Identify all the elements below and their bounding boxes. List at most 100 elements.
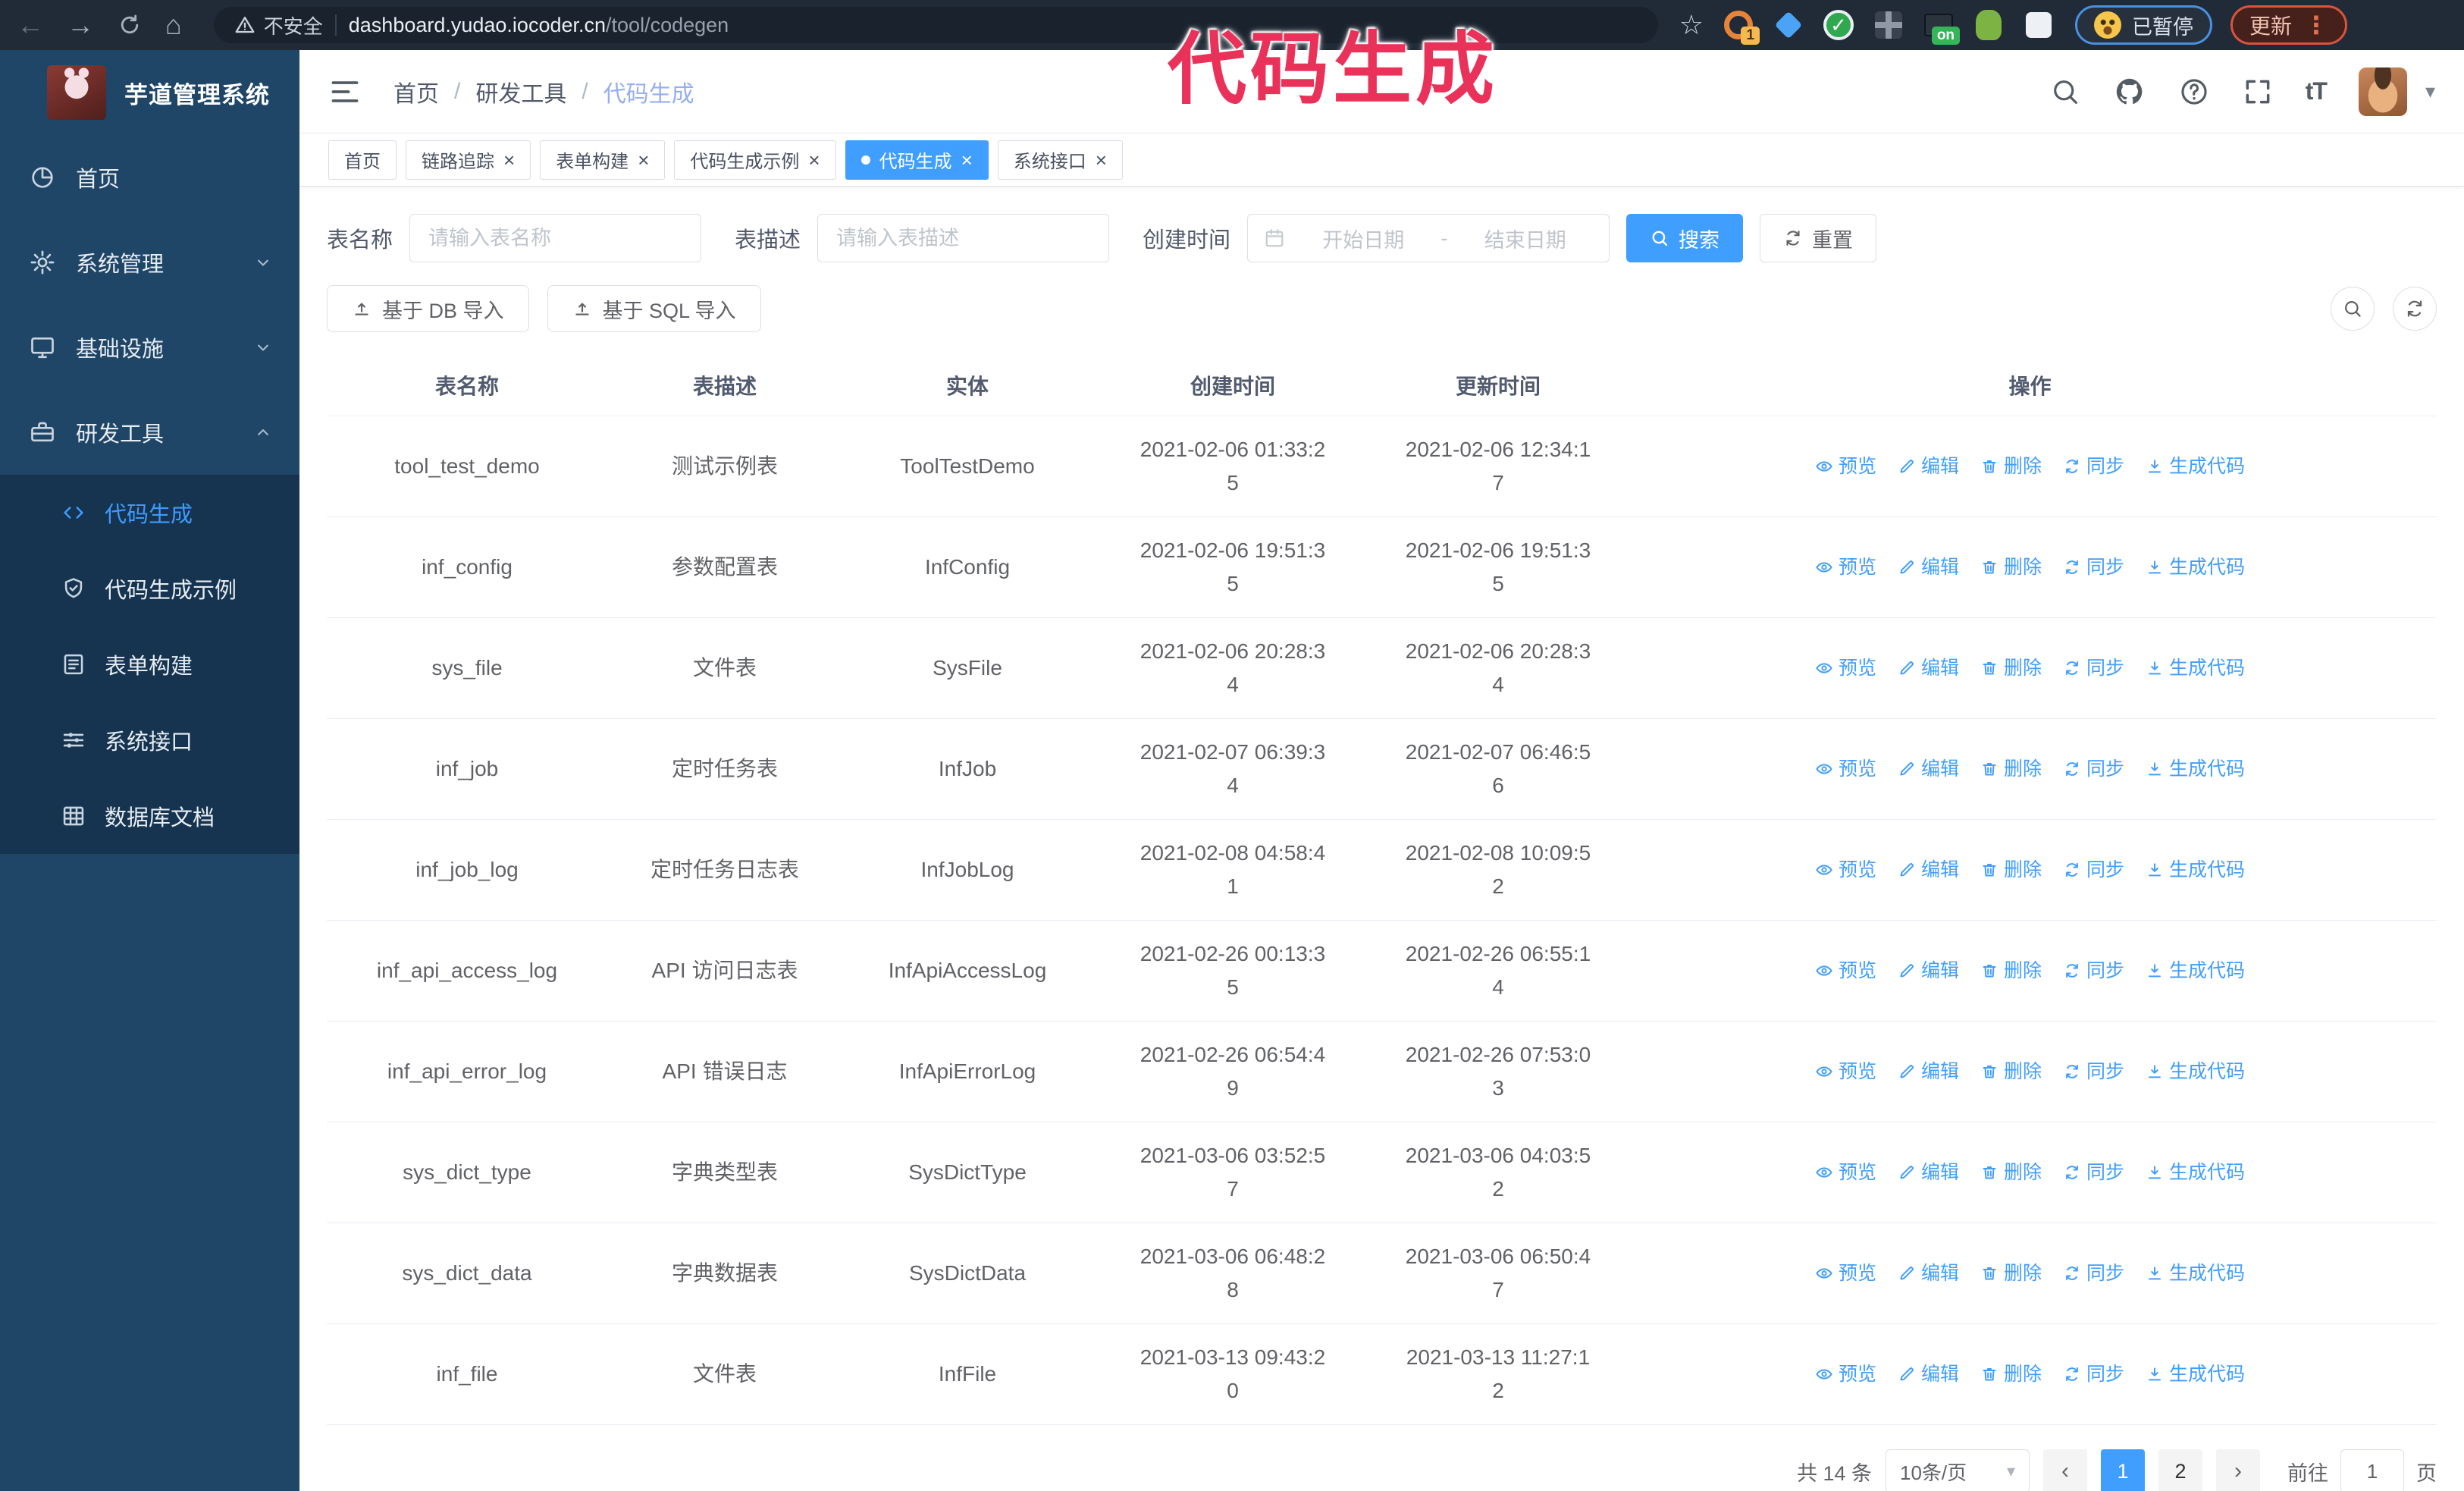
back-icon[interactable]: ←	[17, 11, 44, 39]
action-sync[interactable]: 同步	[2063, 551, 2124, 584]
action-sync[interactable]: 同步	[2063, 651, 2124, 685]
action-sync[interactable]: 同步	[2063, 1055, 2124, 1088]
action-edit[interactable]: 编辑	[1898, 450, 1959, 483]
action-edit[interactable]: 编辑	[1898, 651, 1959, 685]
help-icon[interactable]	[2178, 76, 2210, 108]
action-generate[interactable]: 生成代码	[2146, 1156, 2245, 1189]
tab-3[interactable]: 代码生成示例 ×	[674, 140, 836, 180]
action-preview[interactable]: 预览	[1815, 1156, 1876, 1189]
tab-5[interactable]: 系统接口 ×	[997, 140, 1123, 180]
next-page-button[interactable]: ›	[2216, 1449, 2260, 1491]
sidebar-subitem-1[interactable]: 代码生成示例	[0, 551, 299, 626]
breadcrumb-item-0[interactable]: 首页	[393, 75, 439, 108]
action-generate[interactable]: 生成代码	[2146, 551, 2245, 584]
action-generate[interactable]: 生成代码	[2146, 651, 2245, 685]
toggle-search-button[interactable]	[2331, 287, 2375, 331]
action-edit[interactable]: 编辑	[1898, 1055, 1959, 1088]
page-button-1[interactable]: 1	[2101, 1449, 2145, 1491]
action-delete[interactable]: 删除	[1980, 551, 2042, 584]
action-preview[interactable]: 预览	[1815, 752, 1876, 786]
start-date-placeholder[interactable]: 开始日期	[1295, 224, 1432, 253]
refresh-table-button[interactable]	[2393, 287, 2437, 331]
close-icon[interactable]: ×	[638, 150, 649, 170]
action-sync[interactable]: 同步	[2063, 954, 2124, 987]
action-preview[interactable]: 预览	[1815, 651, 1876, 685]
action-edit[interactable]: 编辑	[1898, 853, 1959, 887]
extension-green-icon[interactable]	[1972, 8, 2005, 42]
search-icon[interactable]	[2049, 76, 2081, 108]
fullscreen-icon[interactable]	[2242, 76, 2274, 108]
page-size-select[interactable]: 10条/页 ▾	[1886, 1449, 2030, 1491]
github-icon[interactable]	[2113, 75, 2146, 108]
action-sync[interactable]: 同步	[2063, 450, 2124, 483]
action-preview[interactable]: 预览	[1815, 1257, 1876, 1290]
sidebar-subitem-0[interactable]: 代码生成	[0, 475, 299, 551]
action-edit[interactable]: 编辑	[1898, 752, 1959, 786]
table-name-input[interactable]	[409, 214, 702, 262]
breadcrumb-item-1[interactable]: 研发工具	[475, 75, 566, 108]
action-preview[interactable]: 预览	[1815, 1358, 1876, 1391]
reload-icon[interactable]	[117, 12, 143, 38]
end-date-placeholder[interactable]: 结束日期	[1457, 224, 1594, 253]
sidebar-subitem-4[interactable]: 数据库文档	[0, 778, 299, 854]
import-sql-button[interactable]: 基于 SQL 导入	[547, 285, 761, 332]
sidebar-subitem-3[interactable]: 系统接口	[0, 702, 299, 778]
table-desc-input[interactable]	[817, 214, 1110, 262]
home-icon[interactable]: ⌂	[165, 11, 182, 39]
sidebar-item-2[interactable]: 基础设施	[0, 305, 299, 390]
action-sync[interactable]: 同步	[2063, 1257, 2124, 1290]
action-generate[interactable]: 生成代码	[2146, 450, 2245, 483]
action-edit[interactable]: 编辑	[1898, 1257, 1959, 1290]
collapse-menu-icon[interactable]	[328, 75, 362, 108]
import-db-button[interactable]: 基于 DB 导入	[327, 285, 529, 332]
extension-gem-icon[interactable]	[1772, 8, 1805, 42]
action-generate[interactable]: 生成代码	[2146, 1055, 2245, 1088]
kebab-menu-icon[interactable]: ⋮	[2304, 11, 2328, 39]
sidebar-item-3[interactable]: 研发工具	[0, 390, 299, 475]
action-delete[interactable]: 删除	[1980, 1055, 2042, 1088]
action-delete[interactable]: 删除	[1980, 651, 2042, 685]
action-edit[interactable]: 编辑	[1898, 551, 1959, 584]
action-delete[interactable]: 删除	[1980, 1358, 2042, 1391]
bookmark-star-icon[interactable]: ☆	[1679, 9, 1704, 41]
action-generate[interactable]: 生成代码	[2146, 1257, 2245, 1290]
avatar[interactable]	[2358, 67, 2407, 116]
tab-0[interactable]: 首页	[328, 140, 397, 180]
tab-4[interactable]: 代码生成 ×	[845, 140, 989, 180]
action-delete[interactable]: 删除	[1980, 1156, 2042, 1189]
reset-button[interactable]: 重置	[1760, 214, 1877, 262]
date-range-picker[interactable]: 开始日期 - 结束日期	[1247, 214, 1610, 262]
action-delete[interactable]: 删除	[1980, 954, 2042, 987]
action-sync[interactable]: 同步	[2063, 853, 2124, 887]
action-edit[interactable]: 编辑	[1898, 954, 1959, 987]
font-size-icon[interactable]: tT	[2306, 77, 2328, 105]
action-generate[interactable]: 生成代码	[2146, 1358, 2245, 1391]
action-sync[interactable]: 同步	[2063, 1358, 2124, 1391]
extension-dark-icon[interactable]: on	[1922, 8, 1961, 45]
sidebar-item-1[interactable]: 系统管理	[0, 220, 299, 305]
page-button-2[interactable]: 2	[2158, 1449, 2202, 1491]
action-preview[interactable]: 预览	[1815, 551, 1876, 584]
browser-update-button[interactable]: 更新 ⋮	[2230, 5, 2348, 45]
close-icon[interactable]: ×	[961, 150, 973, 170]
action-preview[interactable]: 预览	[1815, 954, 1876, 987]
profile-paused-button[interactable]: 已暂停	[2075, 5, 2213, 45]
action-sync[interactable]: 同步	[2063, 752, 2124, 786]
action-edit[interactable]: 编辑	[1898, 1358, 1959, 1391]
action-preview[interactable]: 预览	[1815, 450, 1876, 483]
action-generate[interactable]: 生成代码	[2146, 853, 2245, 887]
action-delete[interactable]: 删除	[1980, 450, 2042, 483]
action-delete[interactable]: 删除	[1980, 752, 2042, 786]
action-delete[interactable]: 删除	[1980, 853, 2042, 887]
action-edit[interactable]: 编辑	[1898, 1156, 1959, 1189]
close-icon[interactable]: ×	[808, 150, 820, 170]
action-preview[interactable]: 预览	[1815, 1055, 1876, 1088]
sidebar-item-0[interactable]: 首页	[0, 135, 299, 220]
action-delete[interactable]: 删除	[1980, 1257, 2042, 1290]
action-preview[interactable]: 预览	[1815, 853, 1876, 887]
close-icon[interactable]: ×	[1096, 150, 1107, 170]
chevron-down-icon[interactable]: ▾	[2425, 80, 2435, 103]
extension-puzzle-icon[interactable]	[2022, 8, 2055, 42]
security-status[interactable]: 不安全	[234, 11, 323, 39]
search-button[interactable]: 搜索	[1626, 214, 1744, 262]
